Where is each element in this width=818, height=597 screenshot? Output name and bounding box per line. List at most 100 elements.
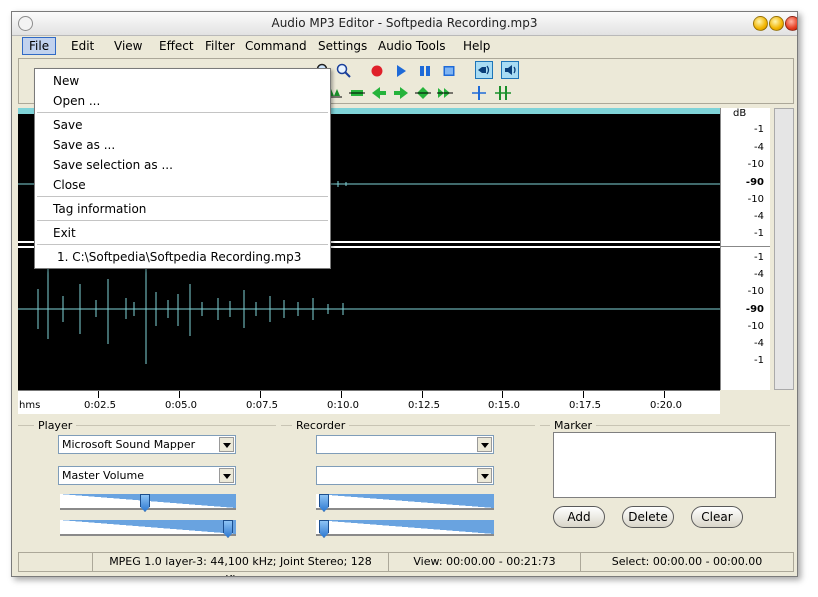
menu-settings[interactable]: Settings (312, 37, 373, 55)
db-label: -10 (747, 286, 764, 297)
file-menu-save-selection[interactable]: Save selection as ... (35, 155, 330, 175)
menu-separator (37, 112, 328, 113)
slider-track (316, 494, 494, 508)
file-menu-tag-information[interactable]: Tag information (35, 199, 330, 219)
add-marker-button[interactable]: Add (553, 506, 605, 528)
file-menu-open[interactable]: Open ... (35, 91, 330, 111)
recorder-device-select[interactable] (316, 435, 494, 454)
delete-marker-button[interactable]: Delete (622, 506, 674, 528)
record-icon[interactable] (367, 61, 385, 79)
timeline-tick (179, 391, 180, 398)
menu-separator (37, 220, 328, 221)
menu-edit[interactable]: Edit (65, 37, 100, 55)
magnify-icon[interactable] (333, 61, 351, 79)
player-device-value: Microsoft Sound Mapper (62, 438, 196, 451)
chevron-down-icon[interactable] (219, 468, 234, 483)
join-icon[interactable] (493, 83, 511, 101)
player-device-select[interactable]: Microsoft Sound Mapper (58, 435, 236, 454)
chevron-down-icon[interactable] (477, 468, 492, 483)
title-bar: Audio MP3 Editor - Softpedia Recording.m… (12, 12, 797, 36)
db-label: -1 (754, 355, 764, 366)
file-menu-recent-file[interactable]: 1. C:\Softpedia\Softpedia Recording.mp3 (35, 247, 330, 267)
timeline-tick (341, 391, 342, 398)
menu-audio-tools[interactable]: Audio Tools (372, 37, 451, 55)
recorder-mixer-select[interactable] (316, 466, 494, 485)
db-label: -90 (745, 304, 764, 315)
chevron-down-icon[interactable] (219, 437, 234, 452)
db-label: -90 (745, 177, 764, 188)
timeline-tick (98, 391, 99, 398)
status-cell-empty (19, 553, 93, 571)
diamond-icon[interactable] (413, 83, 431, 101)
file-menu-exit[interactable]: Exit (35, 223, 330, 243)
loop-icon[interactable] (475, 61, 493, 79)
slider-track (316, 520, 494, 534)
menu-view[interactable]: View (108, 37, 148, 55)
timeline-tick (260, 391, 261, 398)
menu-bar: File Edit View Effect Filter Command Set… (12, 36, 797, 56)
db-header: dB (733, 108, 747, 119)
file-menu-new[interactable]: New (35, 71, 330, 91)
timeline-ruler[interactable]: hms 0:02.5 0:05.0 0:07.5 0:10.0 0:12.5 0… (18, 390, 720, 414)
menu-effect[interactable]: Effect (153, 37, 200, 55)
player-volume-slider[interactable] (60, 494, 236, 512)
app-window: Audio MP3 Editor - Softpedia Recording.m… (11, 11, 798, 577)
marker-label: Marker (550, 419, 597, 432)
marker-list[interactable] (553, 432, 776, 498)
menu-separator (37, 196, 328, 197)
maximize-button[interactable] (769, 16, 784, 31)
menu-separator (37, 244, 328, 245)
status-select: Select: 00:00.00 - 00:00.00 (611, 555, 763, 568)
player-mixer-select[interactable]: Master Volume (58, 466, 236, 485)
arrow-left-icon[interactable] (369, 83, 387, 101)
clear-markers-button[interactable]: Clear (691, 506, 743, 528)
menu-command[interactable]: Command (239, 37, 313, 55)
player-label: Player (34, 419, 77, 432)
status-format: MPEG 1.0 layer-3: 44,100 kHz; Joint Ster… (93, 553, 389, 576)
minimize-button[interactable] (753, 16, 768, 31)
timeline-label: 0:12.5 (408, 400, 440, 411)
close-button[interactable] (785, 16, 797, 31)
chevron-down-icon[interactable] (477, 437, 492, 452)
timeline-label: 0:05.0 (165, 400, 197, 411)
db-label: -1 (754, 252, 764, 263)
timeline-label: 0:15.0 (488, 400, 520, 411)
file-menu-save[interactable]: Save (35, 115, 330, 135)
timeline-label: 0:07.5 (246, 400, 278, 411)
window-title: Audio MP3 Editor - Softpedia Recording.m… (271, 16, 538, 30)
slider-base (316, 534, 494, 536)
recorder-volume-slider[interactable] (316, 494, 494, 512)
db-scale: dB -1 -4 -10 -90 -10 -4 -1 -1 -4 -10 -90… (720, 108, 770, 390)
stop-icon[interactable] (439, 61, 457, 79)
file-menu-save-as[interactable]: Save as ... (35, 135, 330, 155)
menu-filter[interactable]: Filter (199, 37, 241, 55)
pause-icon[interactable] (415, 61, 433, 79)
timeline-tick (422, 391, 423, 398)
play-icon[interactable] (391, 61, 409, 79)
status-bar: MPEG 1.0 layer-3: 44,100 kHz; Joint Ster… (18, 552, 794, 576)
db-label: -1 (754, 124, 764, 135)
timeline-label: 0:20.0 (650, 400, 682, 411)
split-icon[interactable] (469, 83, 487, 101)
timeline-label: 0:10.0 (327, 400, 359, 411)
file-menu-close[interactable]: Close (35, 175, 330, 195)
menu-file[interactable]: File (22, 37, 57, 55)
db-label: -4 (754, 269, 764, 280)
db-label: -4 (754, 142, 764, 153)
status-view: View: 00:00.00 - 00:21:73 (389, 553, 581, 571)
timeline-label: 0:17.5 (569, 400, 601, 411)
player-mixer-value: Master Volume (62, 469, 144, 482)
player-balance-slider[interactable] (60, 520, 236, 538)
fast-forward-icon[interactable] (435, 83, 453, 101)
timeline-tick (664, 391, 665, 398)
file-menu-dropdown: New Open ... Save Save as ... Save selec… (34, 68, 331, 269)
speaker-icon[interactable] (501, 61, 519, 79)
trim-icon[interactable] (347, 83, 365, 101)
arrow-right-icon[interactable] (391, 83, 409, 101)
db-label: -4 (754, 338, 764, 349)
menu-help[interactable]: Help (457, 37, 496, 55)
slider-base (316, 508, 494, 510)
channel-divider (721, 246, 770, 247)
db-label: -10 (747, 321, 764, 332)
recorder-balance-slider[interactable] (316, 520, 494, 538)
